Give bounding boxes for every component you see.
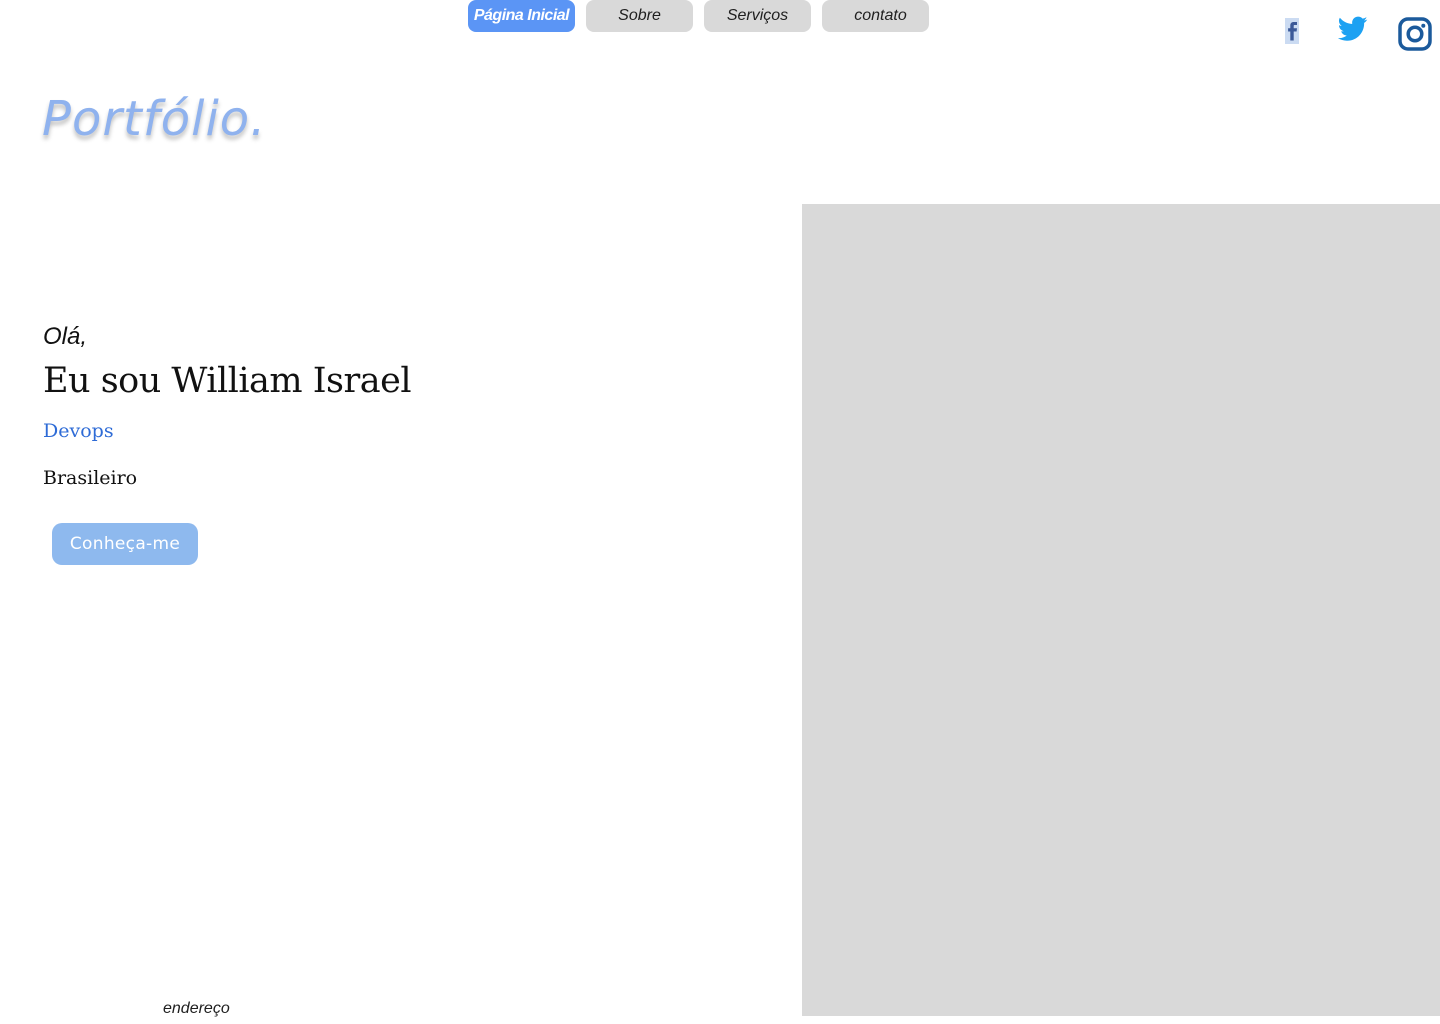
nav-item-pagina-inicial[interactable]: Página Inicial bbox=[468, 0, 575, 32]
address-label: endereço bbox=[163, 1000, 230, 1017]
top-nav: Página Inicial Sobre Serviços contato bbox=[468, 0, 929, 32]
instagram-icon[interactable] bbox=[1397, 16, 1433, 56]
nav-item-sobre[interactable]: Sobre bbox=[586, 0, 693, 32]
logo[interactable]: Portfólio. bbox=[42, 91, 266, 147]
social-links bbox=[1280, 16, 1440, 52]
nav-item-servicos[interactable]: Serviços bbox=[704, 0, 811, 32]
greeting-text: Olá, bbox=[43, 323, 88, 350]
page: Página Inicial Sobre Serviços contato Po… bbox=[0, 0, 1440, 1024]
headline: Eu sou William Israel bbox=[43, 361, 412, 401]
nav-item-contato[interactable]: contato bbox=[822, 0, 929, 32]
hero-image-placeholder bbox=[802, 204, 1440, 1016]
role-text: Devops bbox=[43, 420, 114, 442]
conheca-me-button[interactable]: Conheça-me bbox=[52, 523, 198, 565]
facebook-icon[interactable] bbox=[1282, 16, 1302, 50]
twitter-icon[interactable] bbox=[1337, 16, 1368, 46]
nationality-text: Brasileiro bbox=[43, 467, 138, 489]
